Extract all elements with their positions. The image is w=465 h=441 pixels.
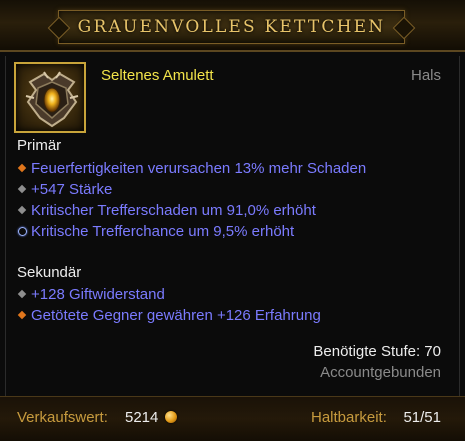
stat-text: Getötete Gegner gewähren +126 Erfahrung	[31, 306, 321, 324]
sell-value-label: Verkaufswert:	[17, 409, 108, 426]
blue-ring-icon	[17, 221, 31, 241]
gold-coin-icon	[165, 411, 177, 423]
secondary-label: Sekundär	[17, 264, 82, 281]
stat-text: +547 Stärke	[31, 180, 113, 198]
stat-text: Kritischer Trefferschaden um 91,0% erhöh…	[31, 201, 316, 219]
stat-text: Feuerfertigkeiten verursachen 13% mehr S…	[31, 159, 367, 177]
tooltip-footer: Verkaufswert: 5214 Haltbarkeit: 51/51	[0, 396, 465, 441]
secondary-stat-1: +128 Giftwiderstand	[17, 284, 165, 304]
required-level: Benötigte Stufe: 70	[313, 343, 441, 360]
orange-diamond-icon	[17, 158, 31, 178]
primary-stat-4: Kritische Trefferchance um 9,5% erhöht	[17, 221, 294, 241]
item-tooltip: GRAUENVOLLES KETTCHEN Seltenes Amulett H…	[0, 0, 465, 441]
item-name: GRAUENVOLLES KETTCHEN	[77, 17, 386, 37]
primary-label: Primär	[17, 137, 62, 154]
amulet-icon	[14, 62, 86, 133]
durability-label: Haltbarkeit:	[311, 409, 387, 426]
gray-diamond-icon	[17, 284, 31, 304]
gray-diamond-icon	[17, 179, 31, 199]
secondary-stat-2: Getötete Gegner gewähren +126 Erfahrung	[17, 305, 321, 325]
stat-text: Kritische Trefferchance um 9,5% erhöht	[31, 222, 295, 240]
title-bar: GRAUENVOLLES KETTCHEN	[0, 0, 465, 52]
orange-diamond-icon	[17, 305, 31, 325]
primary-stat-1: Feuerfertigkeiten verursachen 13% mehr S…	[17, 158, 366, 178]
sell-value: 5214	[125, 409, 159, 426]
durability-value: 51/51	[403, 409, 441, 426]
stat-text: +128 Giftwiderstand	[31, 285, 165, 303]
item-rarity: Seltenes Amulett	[101, 67, 214, 84]
account-bound: Accountgebunden	[320, 364, 441, 381]
gray-diamond-icon	[17, 200, 31, 220]
primary-stat-2: +547 Stärke	[17, 179, 112, 199]
primary-stat-3: Kritischer Trefferschaden um 91,0% erhöh…	[17, 200, 316, 220]
title-frame: GRAUENVOLLES KETTCHEN	[58, 10, 405, 44]
item-slot: Hals	[410, 67, 441, 84]
